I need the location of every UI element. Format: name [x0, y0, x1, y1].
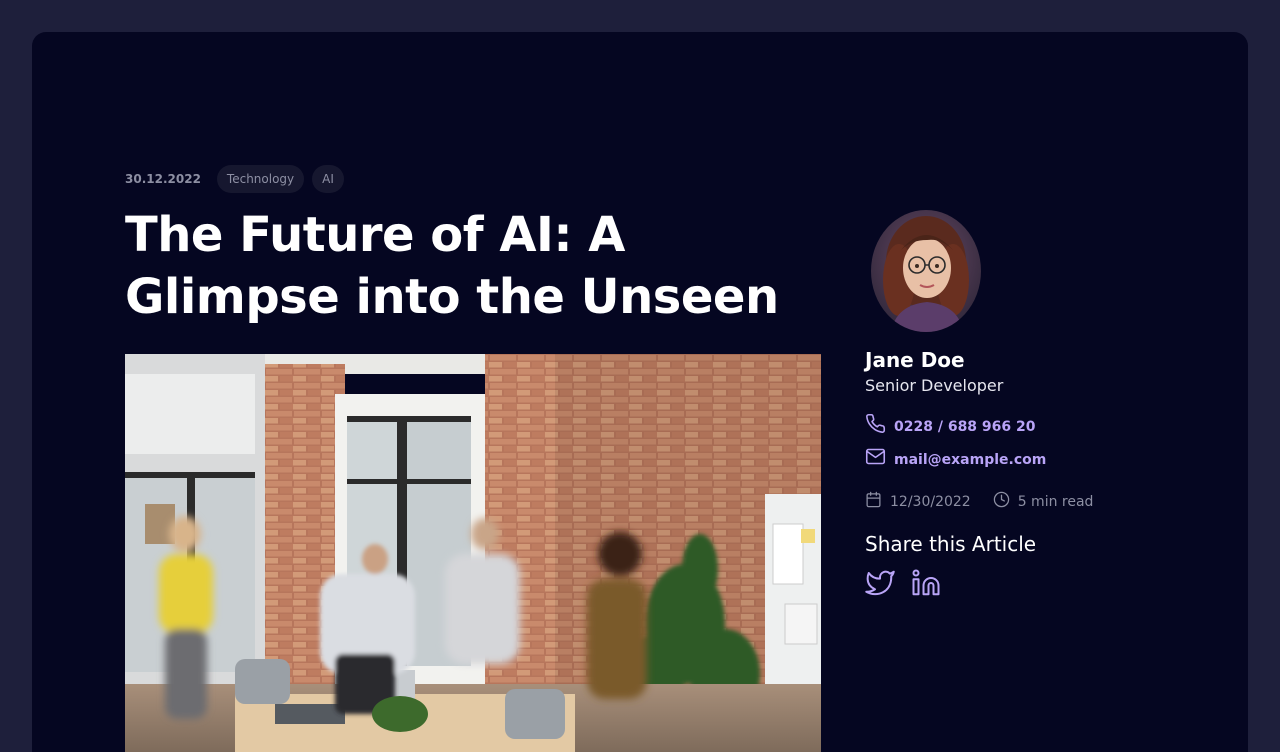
email-address: mail@example.com	[894, 451, 1047, 468]
twitter-icon[interactable]	[865, 568, 895, 598]
article-card: 30.12.2022 Technology AI The Future of A…	[32, 32, 1248, 752]
phone-link[interactable]: 0228 / 688 966 20	[865, 413, 1165, 440]
mail-icon	[865, 446, 886, 473]
calendar-icon	[865, 491, 882, 512]
article-meta: 30.12.2022 Technology AI	[125, 165, 344, 193]
clock-icon	[993, 491, 1010, 512]
publish-date: 12/30/2022	[865, 491, 971, 512]
share-title: Share this Article	[865, 532, 1037, 556]
author-card: Jane Doe Senior Developer 0228 / 688 966…	[865, 210, 1165, 598]
phone-icon	[865, 413, 886, 440]
linkedin-icon[interactable]	[911, 568, 941, 598]
tag-ai[interactable]: AI	[312, 165, 344, 193]
read-time-text: 5 min read	[1017, 493, 1094, 510]
article-title: The Future of AI: A Glimpse into the Uns…	[125, 207, 779, 325]
article-info: 12/30/2022 5 min read	[865, 491, 1165, 512]
author-avatar	[871, 210, 981, 332]
tag-technology[interactable]: Technology	[216, 165, 305, 193]
hero-image	[125, 354, 821, 752]
email-link[interactable]: mail@example.com	[865, 446, 1165, 473]
read-time: 5 min read	[993, 491, 1094, 512]
author-name: Jane Doe	[865, 348, 965, 372]
phone-number: 0228 / 688 966 20	[894, 418, 1036, 435]
author-contact: 0228 / 688 966 20 mail@example.com	[865, 413, 1165, 473]
author-role: Senior Developer	[865, 376, 1004, 395]
article-date: 30.12.2022	[125, 172, 201, 186]
publish-date-text: 12/30/2022	[890, 493, 971, 510]
share-buttons	[865, 568, 1165, 598]
